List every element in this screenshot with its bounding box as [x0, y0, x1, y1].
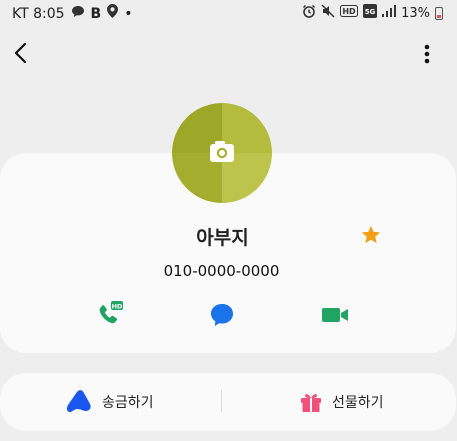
toss-logo-icon: [66, 390, 91, 412]
send-money-label: 송금하기: [102, 395, 154, 411]
star-icon: [361, 225, 381, 244]
contact-avatar[interactable]: [172, 103, 272, 203]
hd-icon: HD: [340, 5, 359, 22]
mute-icon: [321, 4, 335, 23]
hd-phone-icon: HD: [99, 301, 123, 324]
map-pin-icon: [107, 4, 119, 23]
alarm-icon: [302, 4, 316, 23]
svg-text:5G: 5G: [365, 8, 376, 16]
back-button[interactable]: [6, 38, 36, 68]
message-button[interactable]: [205, 298, 239, 332]
video-camera-icon: [322, 308, 348, 322]
chat-icon: [71, 5, 85, 23]
contact-phone[interactable]: 010-0000-0000: [0, 262, 443, 280]
battery-text: 13%: [401, 6, 430, 21]
video-call-button[interactable]: [318, 298, 352, 332]
gift-label: 선물하기: [332, 395, 384, 411]
status-right: HD 5G 13%: [302, 4, 443, 23]
status-left: KT 8:05 B •: [12, 4, 132, 23]
bottom-divider: [221, 390, 222, 412]
more-vert-icon: [424, 44, 430, 64]
favorite-button[interactable]: [358, 222, 384, 248]
chevron-left-icon: [14, 42, 27, 64]
carrier-time: KT 8:05: [12, 5, 65, 22]
status-bar: KT 8:05 B • HD 5G 13%: [0, 0, 457, 24]
send-money-button[interactable]: 송금하기: [66, 373, 154, 431]
5g-icon: 5G: [363, 4, 378, 23]
signal-icon: [382, 5, 397, 22]
battery-icon: [435, 7, 443, 20]
b-label: B: [90, 5, 102, 22]
gift-icon: [301, 394, 321, 412]
more-options-button[interactable]: [417, 40, 437, 68]
svg-text:HD: HD: [342, 7, 356, 16]
camera-icon: [210, 141, 234, 162]
svg-text:HD: HD: [112, 302, 123, 310]
status-dot: •: [124, 5, 133, 22]
gift-button[interactable]: 선물하기: [300, 373, 384, 431]
hd-call-button[interactable]: HD: [92, 298, 126, 332]
chat-bubble-icon: [211, 304, 233, 326]
